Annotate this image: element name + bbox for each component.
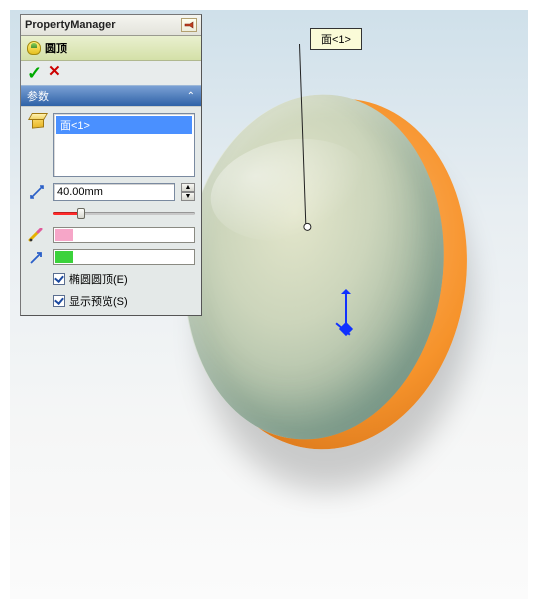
direction-swatch[interactable] [53,249,195,265]
direction-icon [27,249,47,265]
preview-checkbox[interactable] [53,295,65,307]
ok-button[interactable]: ✓ [27,64,42,82]
panel-title-bar[interactable]: PropertyManager [21,15,201,36]
selected-face-item[interactable]: 面<1> [56,116,192,134]
distance-spinner[interactable]: ▲ ▼ [181,183,195,201]
sketch-icon [27,228,47,242]
params-section-body: 面<1> 40.00mm ▲ ▼ [21,106,201,315]
preview-check-row: 显示预览(S) [53,293,195,309]
distance-value: 40.00mm [57,186,103,198]
elliptical-label: 椭圆圆顶(E) [69,271,128,287]
pushpin-button[interactable] [181,18,197,32]
elliptical-check-row: 椭圆圆顶(E) [53,271,195,287]
slider-thumb[interactable] [77,208,85,219]
cancel-button[interactable]: ✕ [48,64,61,82]
distance-icon [27,184,47,200]
panel-title: PropertyManager [25,19,115,31]
preview-label: 显示预览(S) [69,293,128,309]
property-manager-panel: PropertyManager 圆顶 ✓ ✕ 参数 ⌃ 面<1> [20,14,202,316]
distance-input[interactable]: 40.00mm [53,183,175,201]
spin-down-button[interactable]: ▼ [181,192,195,201]
app-frame: 面<1> PropertyManager 圆顶 ✓ ✕ 参数 ⌃ [0,0,538,609]
triad-z-axis [345,290,347,326]
spin-up-button[interactable]: ▲ [181,183,195,192]
distance-slider[interactable] [53,207,195,221]
feature-name: 圆顶 [45,40,67,56]
face-callout[interactable]: 面<1> [310,28,362,50]
direction-row [27,249,195,265]
collapse-icon: ⌃ [187,91,195,102]
elliptical-checkbox[interactable] [53,273,65,285]
params-section-header[interactable]: 参数 ⌃ [21,85,201,106]
dome-feature-icon [27,41,41,55]
pink-swatch [55,229,73,241]
boundary-swatch[interactable] [53,227,195,243]
confirm-row: ✓ ✕ [21,61,201,85]
face-selection-row: 面<1> [27,113,195,177]
feature-header: 圆顶 [21,36,201,61]
section-title: 参数 [27,88,49,104]
triad-origin [339,322,353,336]
origin-triad[interactable] [330,290,370,350]
face-select-icon [27,113,47,129]
distance-row: 40.00mm ▲ ▼ [27,183,195,201]
boundary-sketch-row [27,227,195,243]
slider-track [53,212,195,215]
face-selection-list[interactable]: 面<1> [53,113,195,177]
green-swatch [55,251,73,263]
